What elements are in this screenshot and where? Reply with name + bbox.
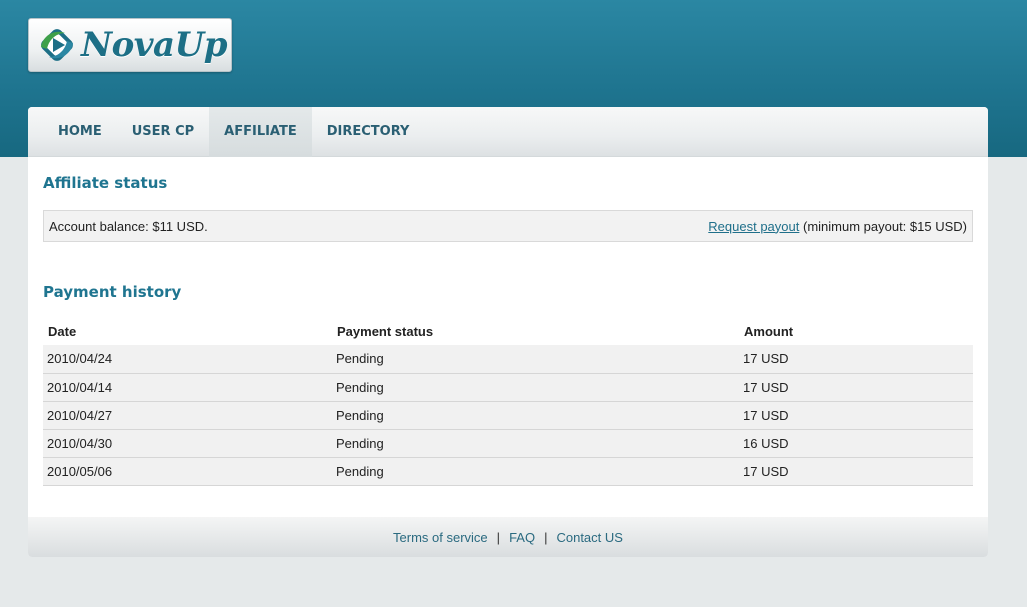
main-container: HOME USER CP AFFILIATE DIRECTORY Affilia… — [28, 107, 988, 557]
footer-link-terms[interactable]: Terms of service — [393, 530, 488, 545]
footer: Terms of service | FAQ | Contact US — [28, 517, 988, 557]
logo-text: NovaUp — [81, 25, 227, 65]
cell-payment-status: Pending — [332, 401, 739, 430]
nav-item-user-cp[interactable]: USER CP — [117, 107, 209, 157]
account-balance: Account balance: $11 USD. — [49, 218, 208, 234]
table-row: 2010/04/14 Pending 17 USD — [43, 373, 973, 402]
table-row: 2010/04/27 Pending 17 USD — [43, 401, 973, 430]
minimum-payout-note: (minimum payout: $15 USD) — [799, 218, 967, 234]
main-nav: HOME USER CP AFFILIATE DIRECTORY — [28, 107, 988, 157]
nav-item-directory[interactable]: DIRECTORY — [312, 107, 425, 157]
request-payout-link[interactable]: Request payout — [708, 219, 799, 234]
payout-info: Request payout (minimum payout: $15 USD) — [708, 219, 967, 234]
affiliate-status-box: Account balance: $11 USD. Request payout… — [43, 210, 973, 242]
footer-link-faq[interactable]: FAQ — [509, 530, 535, 545]
column-header-date: Date — [48, 323, 77, 339]
cell-amount: 17 USD — [739, 457, 973, 486]
cell-date: 2010/05/06 — [43, 457, 332, 486]
cell-payment-status: Pending — [332, 373, 739, 402]
column-header-amount: Amount — [744, 323, 794, 339]
cell-payment-status: Pending — [332, 345, 739, 374]
affiliate-status-title: Affiliate status — [43, 174, 168, 192]
cell-amount: 17 USD — [739, 373, 973, 402]
cell-date: 2010/04/14 — [43, 373, 332, 402]
nav-item-affiliate[interactable]: AFFILIATE — [209, 107, 312, 157]
column-header-payment-status: Payment status — [337, 323, 434, 339]
payment-history-title: Payment history — [43, 283, 182, 301]
cell-payment-status: Pending — [332, 429, 739, 458]
cell-amount: 17 USD — [739, 401, 973, 430]
cell-amount: 17 USD — [739, 345, 973, 374]
cell-date: 2010/04/27 — [43, 401, 332, 430]
footer-link-contact[interactable]: Contact US — [556, 530, 622, 545]
table-row: 2010/05/06 Pending 17 USD — [43, 457, 973, 486]
footer-separator: | — [544, 529, 548, 545]
payment-history-table: Date Payment status Amount 2010/04/24 Pe… — [43, 317, 973, 486]
site-logo[interactable]: NovaUp — [28, 18, 232, 72]
table-header-row: Date Payment status Amount — [43, 317, 973, 345]
cell-date: 2010/04/30 — [43, 429, 332, 458]
cell-date: 2010/04/24 — [43, 345, 332, 374]
table-row: 2010/04/30 Pending 16 USD — [43, 429, 973, 458]
footer-separator: | — [496, 529, 501, 545]
novaup-logo-icon — [41, 29, 73, 61]
cell-amount: 16 USD — [739, 429, 973, 458]
table-row: 2010/04/24 Pending 17 USD — [43, 345, 973, 374]
nav-item-home[interactable]: HOME — [43, 107, 117, 157]
cell-payment-status: Pending — [332, 457, 739, 486]
